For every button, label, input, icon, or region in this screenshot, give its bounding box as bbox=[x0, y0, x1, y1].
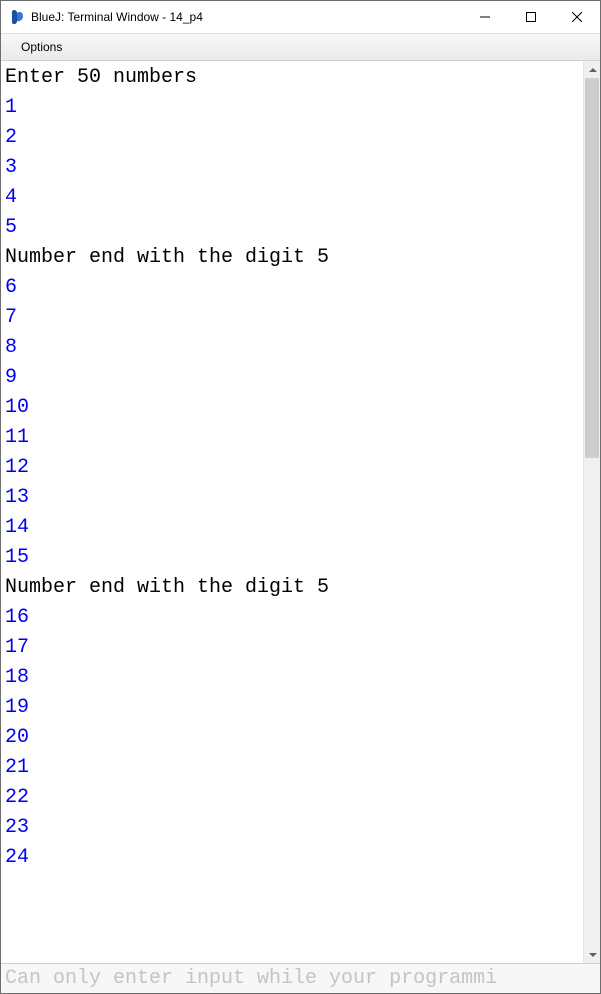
terminal-input-line: 19 bbox=[5, 693, 579, 723]
scroll-down-arrow[interactable] bbox=[585, 946, 600, 963]
window-titlebar: BlueJ: Terminal Window - 14_p4 bbox=[1, 1, 600, 33]
terminal-input-line: 16 bbox=[5, 603, 579, 633]
terminal-input-line: 10 bbox=[5, 393, 579, 423]
terminal-input-line: 20 bbox=[5, 723, 579, 753]
scroll-up-arrow[interactable] bbox=[585, 61, 600, 78]
minimize-button[interactable] bbox=[462, 1, 508, 33]
status-text: Can only enter input while your programm… bbox=[5, 967, 497, 990]
terminal-input-line: 7 bbox=[5, 303, 579, 333]
status-bar: Can only enter input while your programm… bbox=[1, 963, 600, 993]
terminal-input-line: 13 bbox=[5, 483, 579, 513]
terminal-input-line: 11 bbox=[5, 423, 579, 453]
terminal-input-line: 22 bbox=[5, 783, 579, 813]
terminal-input-line: 6 bbox=[5, 273, 579, 303]
terminal-input-line: 5 bbox=[5, 213, 579, 243]
window-controls bbox=[462, 1, 600, 33]
terminal-input-line: 14 bbox=[5, 513, 579, 543]
window-title: BlueJ: Terminal Window - 14_p4 bbox=[31, 10, 462, 24]
terminal-input-line: 17 bbox=[5, 633, 579, 663]
bluej-icon bbox=[9, 9, 25, 25]
terminal-area: Enter 50 numbers12345Number end with the… bbox=[1, 61, 600, 963]
close-button[interactable] bbox=[554, 1, 600, 33]
terminal-input-line: 24 bbox=[5, 843, 579, 873]
terminal-input-line: 4 bbox=[5, 183, 579, 213]
terminal-input-line: 1 bbox=[5, 93, 579, 123]
terminal-input-line: 3 bbox=[5, 153, 579, 183]
terminal-input-line: 8 bbox=[5, 333, 579, 363]
menu-options[interactable]: Options bbox=[15, 38, 68, 56]
terminal-input-line: 18 bbox=[5, 663, 579, 693]
scrollbar-vertical[interactable] bbox=[583, 61, 600, 963]
terminal-system-line: Number end with the digit 5 bbox=[5, 243, 579, 273]
terminal-output[interactable]: Enter 50 numbers12345Number end with the… bbox=[1, 61, 583, 963]
terminal-input-line: 2 bbox=[5, 123, 579, 153]
terminal-input-line: 21 bbox=[5, 753, 579, 783]
terminal-input-line: 12 bbox=[5, 453, 579, 483]
maximize-button[interactable] bbox=[508, 1, 554, 33]
terminal-system-line: Enter 50 numbers bbox=[5, 63, 579, 93]
scroll-thumb[interactable] bbox=[585, 78, 599, 458]
terminal-system-line: Number end with the digit 5 bbox=[5, 573, 579, 603]
terminal-input-line: 23 bbox=[5, 813, 579, 843]
menubar: Options bbox=[1, 33, 600, 61]
terminal-input-line: 15 bbox=[5, 543, 579, 573]
terminal-input-line: 9 bbox=[5, 363, 579, 393]
